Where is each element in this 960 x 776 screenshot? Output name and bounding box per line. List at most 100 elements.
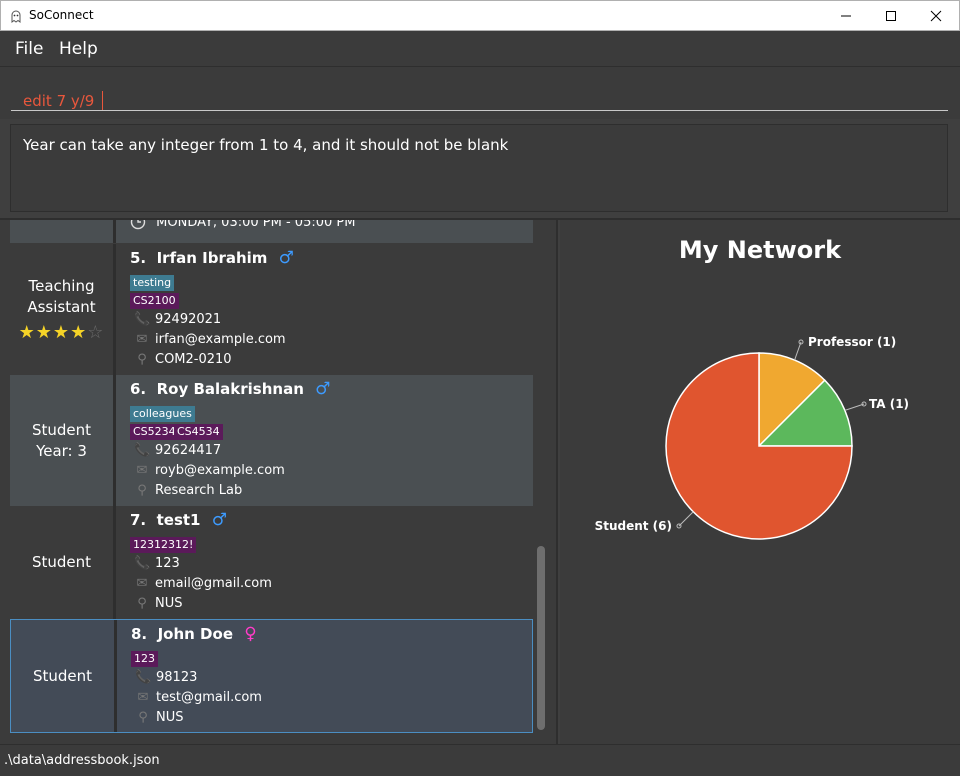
role-section: Teaching Assistant ★★★★☆ [10, 244, 113, 375]
phone-number: 98123 [156, 670, 198, 685]
module-tag: CS2100 [130, 293, 179, 309]
pie-label-ta: TA (1) [869, 397, 909, 411]
location-pin-icon: ⚲ [137, 596, 147, 611]
star-filled-icon: ★ [18, 322, 36, 343]
male-icon: ♂ [278, 248, 294, 268]
menu-bar: File Help [0, 31, 960, 67]
star-filled-icon: ★ [52, 322, 71, 343]
person-name: Irfan Ibrahim [156, 249, 268, 267]
person-card[interactable]: Student Year: 3 6. Roy Balakrishnan ♂ co… [10, 375, 533, 506]
scrollbar-thumb[interactable] [537, 546, 545, 730]
male-icon: ♂ [315, 379, 331, 399]
card-separator [113, 375, 116, 506]
pie-label-professor: Professor (1) [808, 335, 896, 349]
pie-leader-line [794, 341, 802, 361]
module-tag: CS5234 [130, 424, 179, 440]
female-icon: ♀ [244, 624, 257, 644]
command-area: edit 7 y/9 [0, 67, 960, 119]
pie-leader-line [844, 403, 865, 411]
envelope-icon: ✉ [137, 690, 149, 705]
phone-icon: 📞 [134, 312, 151, 327]
maximize-button[interactable] [868, 1, 914, 31]
maximize-icon [886, 11, 896, 21]
command-text: edit 7 y/9 [23, 92, 95, 110]
location-pin-icon: ⚲ [137, 483, 147, 498]
phone-number: 92624417 [155, 443, 222, 458]
role-section: Student [10, 506, 113, 619]
role-section: Student Year: 3 [10, 375, 113, 506]
person-list-panel: MONDAY, 03:00 PM - 05:00 PM Teaching Ass… [0, 220, 558, 744]
result-display: Year can take any integer from 1 to 4, a… [10, 124, 948, 212]
email-address: irfan@example.com [155, 332, 286, 347]
save-location: .\data\addressbook.json [4, 753, 160, 768]
window-title: SoConnect [29, 8, 94, 22]
card-separator [114, 620, 117, 732]
pie-chart: Professor (1) TA (1) Student (6) [595, 335, 909, 540]
phone-number: 123 [155, 556, 180, 571]
minimize-button[interactable] [823, 1, 869, 31]
location-text: Research Lab [155, 483, 243, 498]
person-name-line: 8. John Doe ♀ [131, 624, 257, 644]
card-separator [113, 244, 116, 375]
tag-label: colleagues [130, 406, 195, 422]
person-name: Roy Balakrishnan [156, 380, 304, 398]
person-name-line: 7. test1 ♂ [130, 510, 227, 530]
star-empty-icon: ☆ [87, 322, 105, 343]
module-tag: 123 [131, 651, 158, 667]
person-card[interactable]: Teaching Assistant ★★★★☆ 5. Irfan Ibrahi… [10, 244, 533, 375]
title-bar: SoConnect [0, 0, 960, 31]
role-label: Student Year: 3 [31, 420, 92, 460]
phone-icon: 📞 [135, 670, 152, 685]
ghost-icon [11, 10, 21, 23]
email-address: email@gmail.com [155, 576, 272, 591]
role-label: Student [31, 553, 92, 571]
pie-leader-line [678, 511, 694, 527]
minimize-icon [841, 15, 851, 17]
envelope-icon: ✉ [136, 332, 148, 347]
location-text: NUS [156, 710, 184, 725]
close-button[interactable] [913, 1, 959, 31]
person-name-line: 6. Roy Balakrishnan ♂ [130, 379, 330, 399]
event-time-line: MONDAY, 03:00 PM - 05:00 PM [130, 220, 355, 230]
person-index: 5. [130, 249, 147, 267]
role-label: Student [32, 666, 93, 685]
star-filled-icon: ★ [70, 322, 88, 343]
module-tag: 12312312! [130, 537, 197, 553]
network-chart-panel: My Network Professor (1) TA (1) Student (6… [560, 220, 960, 744]
partial-card[interactable]: MONDAY, 03:00 PM - 05:00 PM [10, 220, 533, 243]
phone-icon: 📞 [134, 443, 151, 458]
result-message: Year can take any integer from 1 to 4, a… [23, 136, 509, 154]
text-caret [102, 91, 103, 110]
male-icon: ♂ [211, 510, 227, 530]
person-index: 6. [130, 380, 147, 398]
location-pin-icon: ⚲ [138, 710, 148, 725]
command-input[interactable]: edit 7 y/9 [11, 77, 948, 111]
location-text: NUS [155, 596, 183, 611]
person-name-line: 5. Irfan Ibrahim ♂ [130, 248, 294, 268]
envelope-icon: ✉ [136, 463, 148, 478]
envelope-icon: ✉ [136, 576, 148, 591]
status-bar: .\data\addressbook.json [0, 744, 960, 776]
card-separator [113, 506, 116, 619]
role-section: Student [11, 620, 114, 732]
phone-icon: 📞 [134, 556, 151, 571]
clock-icon [130, 220, 146, 230]
card-separator [113, 220, 116, 243]
close-icon [930, 10, 942, 22]
tag-label: testing [130, 275, 175, 291]
menu-file[interactable]: File [15, 39, 43, 59]
role-label: Teaching Assistant [27, 277, 96, 316]
person-name: test1 [156, 511, 201, 529]
location-text: COM2-0210 [155, 352, 232, 367]
pie-label-student: Student (6) [595, 519, 672, 533]
rating-stars: ★★★★☆ [19, 322, 105, 343]
event-time-text: MONDAY, 03:00 PM - 05:00 PM [156, 220, 356, 230]
chart-title: My Network [678, 236, 842, 264]
menu-help[interactable]: Help [59, 39, 98, 59]
location-pin-icon: ⚲ [137, 352, 147, 367]
email-address: test@gmail.com [156, 690, 262, 705]
star-filled-icon: ★ [35, 322, 53, 343]
person-card-selected[interactable]: Student 8. John Doe ♀ 123 📞 98123 ✉ test… [10, 619, 533, 733]
person-card[interactable]: Student 7. test1 ♂ 12312312! 📞 123 ✉ ema… [10, 506, 533, 619]
person-index: 8. [131, 625, 148, 643]
